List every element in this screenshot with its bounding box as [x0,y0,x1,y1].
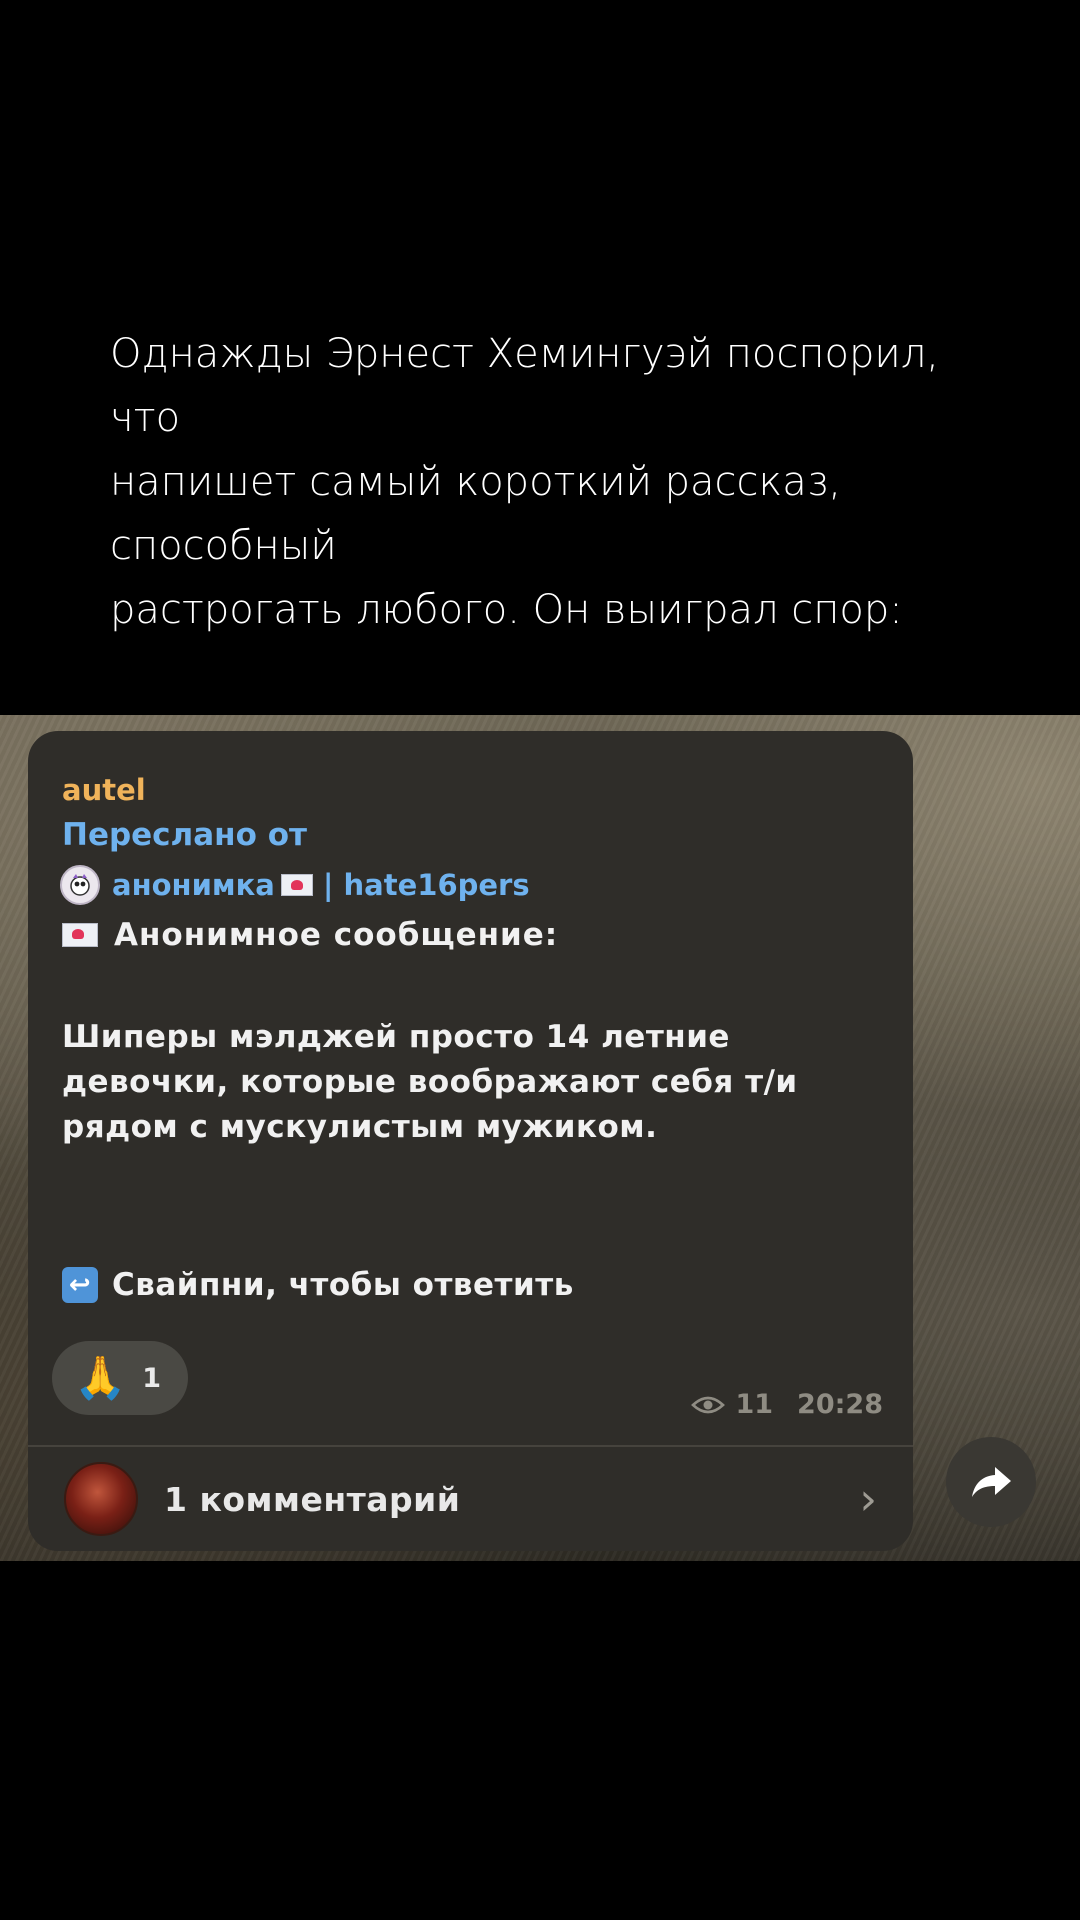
caption-line: напишет самый короткий рассказ, [110,459,842,505]
return-arrow-icon: ↩ [62,1267,98,1303]
chat-screenshot: autel Переслано от анонимка | hate16pers… [0,715,1080,1561]
swipe-hint-text: Свайпни, чтобы ответить [112,1267,574,1303]
reaction-count: 1 [142,1362,162,1394]
message-body: Шиперы мэлджей просто 14 летние девочки,… [62,1019,798,1145]
commenter-avatar [64,1462,138,1536]
forwarded-label: Переслано от [62,817,307,853]
sender-name[interactable]: autel [62,773,146,807]
source-name: анонимка [112,868,275,902]
love-letter-icon [280,874,313,896]
caption-line: способный [110,523,337,569]
share-arrow-icon [972,1467,1011,1497]
message-meta: 11 20:28 [691,1389,883,1420]
comments-label: 1 комментарий [164,1479,461,1519]
message-bubble[interactable]: autel Переслано от анонимка | hate16pers… [28,731,913,1551]
message-time: 20:28 [797,1389,883,1420]
caption-line: что [110,395,181,441]
source-avatar [60,865,100,905]
message-title: Анонимное сообщение: [62,917,558,953]
message-title-text: Анонимное сообщение: [114,917,559,953]
divider [28,1445,913,1447]
reaction-chip[interactable]: 🙏 1 [52,1341,188,1415]
love-letter-icon [62,923,98,947]
swipe-hint: ↩ Свайпни, чтобы ответить [62,1267,574,1303]
caption-line: Однажды Эрнест Хемингуэй поспорил, [110,331,940,377]
share-button[interactable] [946,1437,1036,1527]
eye-icon [691,1396,726,1413]
caption-line: растрогать любого. Он выиграл спор: [110,587,903,633]
source-suffix: | hate16pers [322,868,530,902]
chevron-right-icon: › [859,1473,877,1525]
caption: Однажды Эрнест Хемингуэй поспорил, что н… [110,322,1070,642]
pray-emoji-icon: 🙏 [74,1353,127,1402]
view-count: 11 [735,1389,774,1420]
comments-button[interactable]: 1 комментарий › [64,1457,877,1541]
forwarded-source[interactable]: анонимка | hate16pers [60,865,530,905]
